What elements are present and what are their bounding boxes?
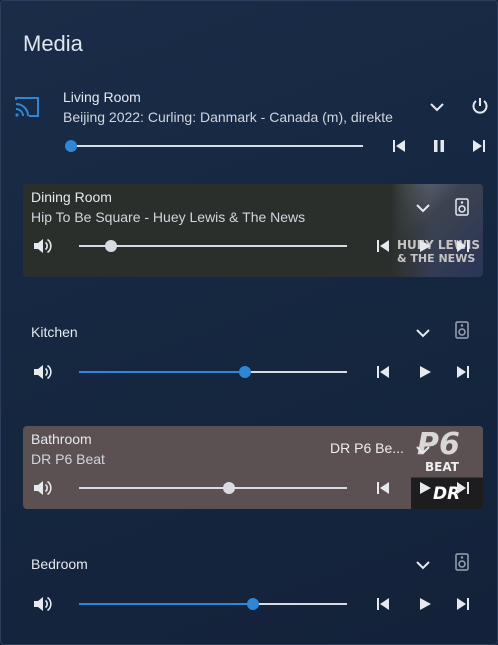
chevron-down-icon[interactable]	[413, 555, 433, 575]
next-track-icon[interactable]	[453, 595, 473, 613]
chevron-down-icon[interactable]	[427, 97, 447, 117]
previous-track-icon[interactable]	[373, 237, 393, 255]
media-card: Media Living Room Beijing 2022: Curling:…	[0, 0, 498, 645]
pause-icon[interactable]	[429, 137, 449, 155]
volume-slider[interactable]	[79, 240, 347, 252]
volume-icon[interactable]	[31, 478, 53, 498]
bathroom-media-title: DR P6 Beat	[31, 451, 105, 467]
volume-icon[interactable]	[31, 594, 53, 614]
bedroom-name: Bedroom	[31, 556, 88, 572]
play-icon[interactable]	[415, 595, 435, 613]
progress-slider[interactable]	[65, 140, 363, 152]
volume-icon[interactable]	[31, 236, 53, 256]
previous-track-icon[interactable]	[373, 595, 393, 613]
chevron-down-icon[interactable]	[413, 323, 433, 343]
bathroom-player: P6 BEAT DR Bathroom DR P6 Beat DR P6 Be.…	[23, 426, 483, 509]
source-select[interactable]: DR P6 Be...	[330, 440, 404, 456]
living-room-name: Living Room	[63, 89, 141, 105]
speaker-icon[interactable]	[453, 319, 471, 341]
volume-slider[interactable]	[79, 482, 347, 494]
chevron-down-icon[interactable]	[413, 198, 433, 218]
speaker-icon[interactable]	[453, 551, 471, 573]
cast-icon[interactable]	[13, 95, 41, 119]
play-icon[interactable]	[415, 479, 435, 497]
art-text: BEAT	[425, 460, 459, 474]
volume-slider[interactable]	[79, 598, 347, 610]
next-track-icon[interactable]	[453, 479, 473, 497]
bedroom-player: Bedroom	[23, 545, 483, 625]
card-title: Media	[23, 31, 83, 56]
volume-icon[interactable]	[31, 362, 53, 382]
dining-room-name: Dining Room	[31, 189, 112, 205]
dining-room-player: HUEY LEWIS & THE NEWS Dining Room Hip To…	[23, 184, 483, 277]
living-room-media-title: Beijing 2022: Curling: Danmark - Canada …	[63, 109, 393, 125]
chevron-down-icon[interactable]	[413, 440, 433, 460]
next-track-icon[interactable]	[453, 237, 473, 255]
power-icon[interactable]	[469, 95, 491, 117]
previous-track-icon[interactable]	[389, 137, 409, 155]
previous-track-icon[interactable]	[373, 363, 393, 381]
volume-slider[interactable]	[79, 366, 347, 378]
dining-room-media-title: Hip To Be Square - Huey Lewis & The News	[31, 209, 306, 225]
living-room-player: Living Room Beijing 2022: Curling: Danma…	[1, 83, 497, 161]
play-icon[interactable]	[415, 363, 435, 381]
play-icon[interactable]	[415, 237, 435, 255]
kitchen-name: Kitchen	[31, 324, 78, 340]
next-track-icon[interactable]	[469, 137, 489, 155]
kitchen-player: Kitchen	[23, 313, 483, 393]
next-track-icon[interactable]	[453, 363, 473, 381]
bathroom-name: Bathroom	[31, 431, 92, 447]
previous-track-icon[interactable]	[373, 479, 393, 497]
speaker-icon[interactable]	[453, 196, 471, 218]
